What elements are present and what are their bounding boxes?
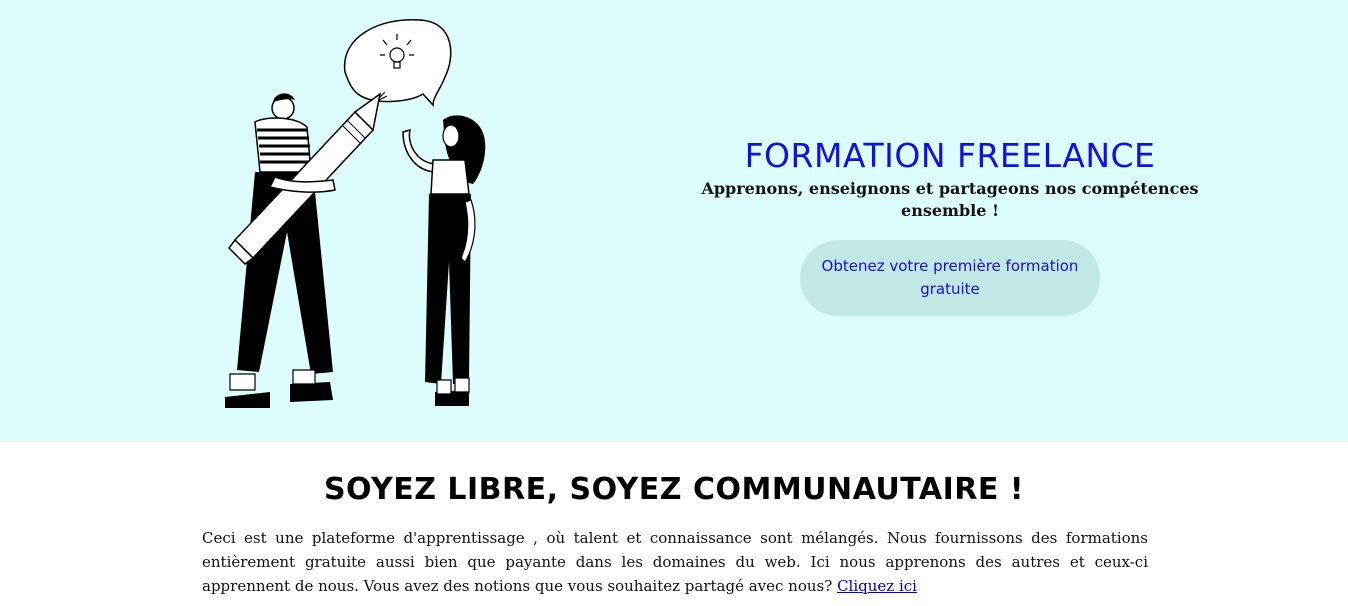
- hero-subtitle: Apprenons, enseignons et partageons nos …: [701, 179, 1199, 220]
- section-body-text: Ceci est une plateforme d'apprentissage …: [202, 529, 1148, 595]
- two-people-idea-illustration: [225, 18, 486, 408]
- free-training-button[interactable]: Obtenez votre première formation gratuit…: [800, 240, 1100, 316]
- click-here-link[interactable]: Cliquez ici: [837, 577, 917, 595]
- community-section: SOYEZ LIBRE, SOYEZ COMMUNAUTAIRE ! Ceci …: [0, 442, 1348, 606]
- hero-text-block: FORMATION FREELANCE Apprenons, enseignon…: [700, 136, 1200, 316]
- hero-title: FORMATION FREELANCE: [744, 136, 1156, 175]
- section-title: SOYEZ LIBRE, SOYEZ COMMUNAUTAIRE !: [323, 472, 1025, 507]
- hero-section: FORMATION FREELANCE Apprenons, enseignon…: [0, 0, 1348, 442]
- section-body: Ceci est une plateforme d'apprentissage …: [202, 526, 1148, 598]
